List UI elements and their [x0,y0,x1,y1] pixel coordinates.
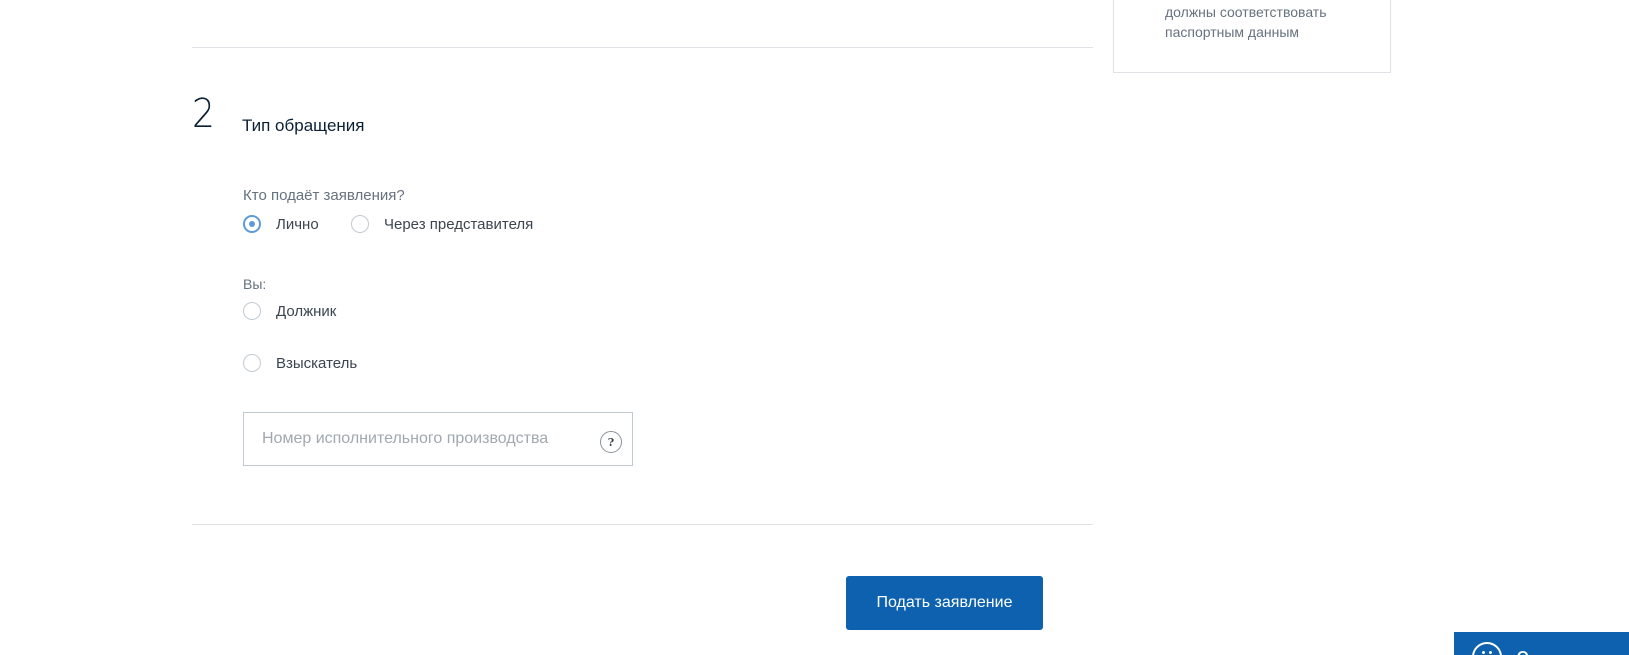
step-title: Тип обращения [242,116,365,135]
radio-via-representative-label: Через представителя [384,215,534,233]
radio-unchecked-icon[interactable] [351,215,369,233]
chat-bot-icon [1472,642,1502,655]
section-divider-bottom [192,524,1093,525]
radio-debtor-label: Должник [276,302,337,320]
help-chat-widget[interactable]: О [1454,632,1629,655]
who-applies-label: Кто подаёт заявления? [243,187,405,204]
radio-personally[interactable]: Лично [243,215,319,233]
radio-claimant[interactable]: Взыскатель [243,354,357,372]
step-number: 2 [192,91,215,137]
sidebar-hint-line-2: паспортным данным [1165,24,1300,40]
section-divider-top [192,47,1093,48]
help-question-icon[interactable]: ? [600,431,622,453]
radio-unchecked-icon[interactable] [243,302,261,320]
sidebar-hint-line-1: должны соответствовать [1165,4,1327,20]
role-label: Вы: [243,276,267,292]
proceeding-number-input[interactable] [244,413,584,465]
radio-via-representative[interactable]: Через представителя [351,215,533,233]
sidebar-hint-box: должны соответствовать паспортным данным [1113,0,1391,73]
radio-claimant-label: Взыскатель [276,354,358,372]
radio-checked-icon[interactable] [243,215,261,233]
radio-debtor[interactable]: Должник [243,302,336,320]
radio-personally-label: Лично [276,215,319,233]
proceeding-number-field[interactable]: ? [243,412,633,466]
submit-application-button[interactable]: Подать заявление [846,576,1043,630]
radio-unchecked-icon[interactable] [243,354,261,372]
help-chat-widget-label: О [1517,648,1529,655]
application-form-page: должны соответствовать паспортным данным… [0,0,1629,655]
